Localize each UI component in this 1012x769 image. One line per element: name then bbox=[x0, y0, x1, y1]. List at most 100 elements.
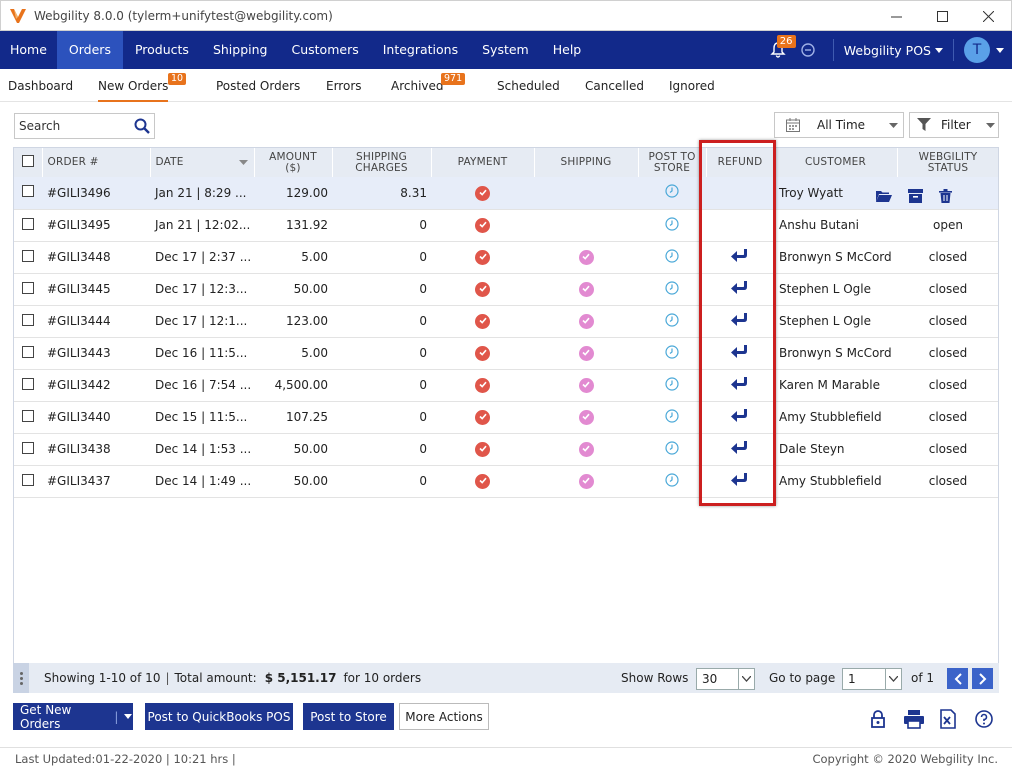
nav-shipping[interactable]: Shipping bbox=[201, 31, 280, 69]
row-checkbox[interactable] bbox=[22, 345, 34, 358]
header-payment[interactable]: PAYMENT bbox=[431, 148, 535, 177]
user-menu[interactable]: T bbox=[964, 37, 1004, 63]
tab-archived[interactable]: Archived bbox=[391, 69, 444, 102]
post-to-quickbooks-button[interactable]: Post to QuickBooks POS bbox=[145, 703, 293, 730]
export-excel-icon[interactable] bbox=[939, 709, 957, 729]
order-number[interactable]: #GILI3445 bbox=[42, 273, 150, 306]
table-row[interactable]: #GILI3438 Dec 14 | 1:53 ... 50.00 0 Dale Ste… bbox=[14, 433, 998, 466]
order-number[interactable]: #GILI3443 bbox=[42, 337, 150, 370]
nav-orders[interactable]: Orders bbox=[56, 31, 123, 69]
order-number[interactable]: #GILI3438 bbox=[42, 433, 150, 466]
clock-icon[interactable] bbox=[665, 440, 679, 458]
header-order[interactable]: ORDER # bbox=[42, 148, 151, 177]
search-icon[interactable] bbox=[133, 117, 151, 135]
refund-arrow-icon[interactable] bbox=[731, 312, 749, 330]
refund-arrow-icon[interactable] bbox=[731, 408, 749, 426]
page-select[interactable]: 1 bbox=[842, 668, 902, 690]
clock-icon[interactable] bbox=[665, 376, 679, 394]
trash-icon[interactable] bbox=[939, 189, 952, 203]
archive-icon[interactable] bbox=[908, 189, 923, 203]
help-icon[interactable] bbox=[975, 709, 993, 729]
refund-arrow-icon[interactable] bbox=[731, 440, 749, 458]
tab-posted-orders[interactable]: Posted Orders bbox=[216, 69, 300, 102]
nav-help[interactable]: Help bbox=[541, 31, 594, 69]
refund-arrow-icon[interactable] bbox=[731, 280, 749, 298]
open-folder-icon[interactable] bbox=[876, 189, 892, 203]
notifications-button[interactable]: 26 bbox=[763, 31, 796, 69]
nav-customers[interactable]: Customers bbox=[279, 31, 370, 69]
clock-icon[interactable] bbox=[665, 408, 679, 426]
header-refund[interactable]: REFUND bbox=[706, 148, 775, 177]
header-date[interactable]: DATE bbox=[150, 148, 255, 177]
clock-icon[interactable] bbox=[665, 312, 679, 330]
show-rows-select[interactable]: 30 bbox=[696, 668, 755, 690]
table-row[interactable]: #GILI3445 Dec 17 | 12:3... 50.00 0 Stephen L… bbox=[14, 273, 998, 306]
table-row[interactable]: #GILI3444 Dec 17 | 12:1... 123.00 0 Stephen … bbox=[14, 305, 998, 338]
nav-system[interactable]: System bbox=[470, 31, 541, 69]
clock-icon[interactable] bbox=[665, 248, 679, 266]
refund-arrow-icon[interactable] bbox=[731, 344, 749, 362]
search-input[interactable]: Search bbox=[14, 113, 155, 139]
order-number[interactable]: #GILI3496 bbox=[42, 177, 150, 210]
close-window-button[interactable] bbox=[965, 1, 1011, 31]
order-number[interactable]: #GILI3448 bbox=[42, 241, 150, 274]
minimize-button[interactable] bbox=[873, 1, 919, 31]
date-range-dropdown[interactable]: All Time bbox=[774, 112, 904, 138]
sync-button[interactable] bbox=[793, 31, 823, 69]
refund-arrow-icon[interactable] bbox=[731, 472, 749, 490]
order-number[interactable]: #GILI3495 bbox=[42, 209, 150, 242]
order-number[interactable]: #GILI3437 bbox=[42, 465, 150, 498]
next-page-button[interactable] bbox=[972, 668, 993, 689]
pos-selector[interactable]: Webgility POS bbox=[844, 43, 943, 58]
order-number[interactable]: #GILI3440 bbox=[42, 401, 150, 434]
header-shipping[interactable]: SHIPPING bbox=[534, 148, 639, 177]
clock-icon[interactable] bbox=[665, 280, 679, 298]
filter-dropdown[interactable]: Filter bbox=[909, 112, 999, 138]
nav-home[interactable]: Home bbox=[0, 31, 57, 69]
refund-arrow-icon[interactable] bbox=[731, 376, 749, 394]
caret-down-icon[interactable] bbox=[124, 714, 132, 719]
tab-cancelled[interactable]: Cancelled bbox=[585, 69, 644, 102]
table-row[interactable]: #GILI3448 Dec 17 | 2:37 ... 5.00 0 Bronwyn S… bbox=[14, 241, 998, 274]
row-checkbox[interactable] bbox=[22, 249, 34, 262]
header-customer[interactable]: CUSTOMER bbox=[774, 148, 898, 177]
header-post-to-store[interactable]: POST TO STORE bbox=[638, 148, 707, 177]
nav-integrations[interactable]: Integrations bbox=[371, 31, 470, 69]
row-checkbox[interactable] bbox=[22, 281, 34, 294]
tab-ignored[interactable]: Ignored bbox=[669, 69, 715, 102]
order-number[interactable]: #GILI3442 bbox=[42, 369, 150, 402]
print-icon[interactable] bbox=[904, 709, 924, 729]
table-row[interactable]: #GILI3443 Dec 16 | 11:5... 5.00 0 Bronwyn S … bbox=[14, 337, 998, 370]
row-checkbox[interactable] bbox=[22, 185, 34, 198]
table-row[interactable]: #GILI3496 Jan 21 | 8:29 ... 129.00 8.31 Troy… bbox=[14, 177, 998, 210]
tab-scheduled[interactable]: Scheduled bbox=[497, 69, 560, 102]
header-webgility-status[interactable]: WEBGILITY STATUS bbox=[897, 148, 998, 177]
header-shipping-charges[interactable]: SHIPPING CHARGES bbox=[332, 148, 432, 177]
row-checkbox[interactable] bbox=[22, 377, 34, 390]
clock-icon[interactable] bbox=[665, 472, 679, 490]
table-row[interactable]: #GILI3440 Dec 15 | 11:5... 107.25 0 Amy Stub… bbox=[14, 401, 998, 434]
clock-icon[interactable] bbox=[665, 216, 679, 234]
row-checkbox[interactable] bbox=[22, 441, 34, 454]
row-checkbox[interactable] bbox=[22, 217, 34, 230]
clock-icon[interactable] bbox=[665, 344, 679, 362]
tab-dashboard[interactable]: Dashboard bbox=[8, 69, 73, 102]
lock-icon[interactable] bbox=[870, 709, 886, 729]
more-actions-button[interactable]: More Actions bbox=[399, 703, 489, 730]
maximize-button[interactable] bbox=[919, 1, 965, 31]
table-row[interactable]: #GILI3495 Jan 21 | 12:02... 131.92 0 Anshu B… bbox=[14, 209, 998, 242]
prev-page-button[interactable] bbox=[947, 668, 968, 689]
refund-arrow-icon[interactable] bbox=[731, 248, 749, 266]
table-row[interactable]: #GILI3437 Dec 14 | 1:49 ... 50.00 0 Amy Stub… bbox=[14, 465, 998, 498]
header-amount[interactable]: AMOUNT ($) bbox=[254, 148, 333, 177]
table-row[interactable]: #GILI3442 Dec 16 | 7:54 ... 4,500.00 0 Karen… bbox=[14, 369, 998, 402]
row-checkbox[interactable] bbox=[22, 473, 34, 486]
row-checkbox[interactable] bbox=[22, 313, 34, 326]
post-to-store-button[interactable]: Post to Store bbox=[303, 703, 394, 730]
order-number[interactable]: #GILI3444 bbox=[42, 305, 150, 338]
tab-new-orders[interactable]: New Orders bbox=[98, 69, 169, 102]
get-new-orders-button[interactable]: Get New Orders | bbox=[13, 703, 133, 731]
nav-products[interactable]: Products bbox=[123, 31, 201, 69]
clock-icon[interactable] bbox=[665, 184, 679, 201]
row-checkbox[interactable] bbox=[22, 409, 34, 422]
